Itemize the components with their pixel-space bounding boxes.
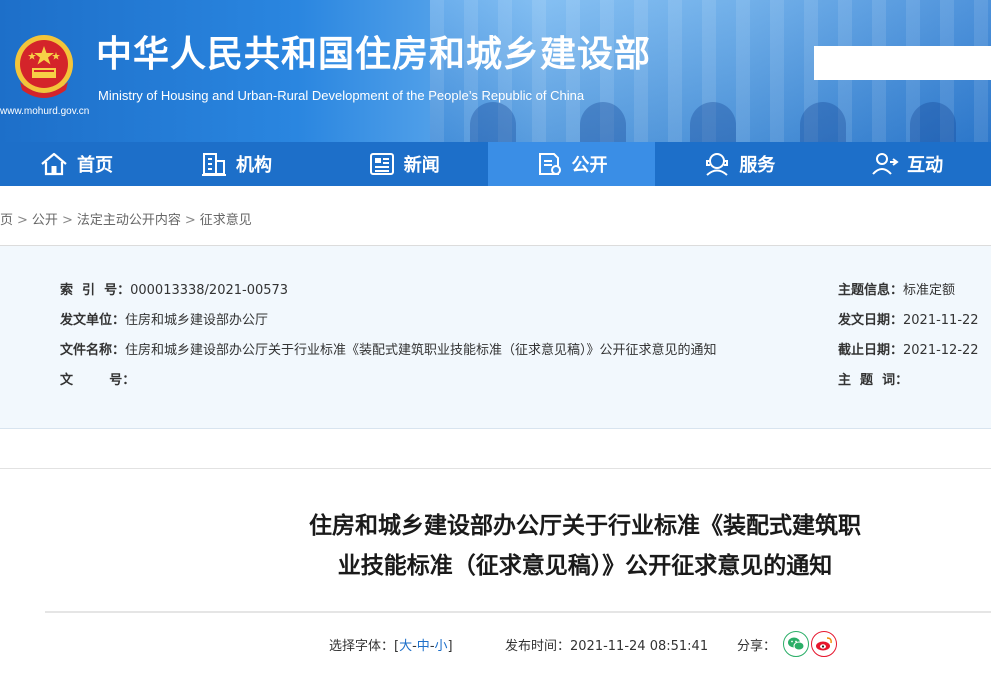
- title-divider: [45, 611, 991, 613]
- building-arch: [580, 102, 626, 142]
- font-size-close: ]: [447, 639, 453, 654]
- nav-label: 服务: [739, 155, 776, 176]
- weibo-icon: [816, 637, 832, 651]
- site-subtitle: Ministry of Housing and Urban-Rural Deve…: [98, 88, 585, 103]
- site-title[interactable]: 中华人民共和国住房和城乡建设部: [96, 36, 651, 72]
- breadcrumb-statutory[interactable]: 法定主动公开内容: [77, 213, 181, 228]
- building-arch: [690, 102, 736, 142]
- building-arch: [910, 102, 956, 142]
- info-label: 文件名称：: [60, 343, 126, 358]
- nav-label: 机构: [235, 155, 272, 176]
- nav-item-service[interactable]: 服务: [655, 142, 823, 186]
- info-value: 住房和城乡建设部办公厅: [125, 313, 269, 328]
- info-label: 文 号：: [60, 373, 136, 388]
- article-title-line: 业技能标准（征求意见稿）》公开征求意见的通知: [337, 553, 833, 579]
- breadcrumb-consultation[interactable]: 征求意见: [200, 213, 252, 228]
- document-info-panel: 索 引 号：000013338/2021-00573 发文单位：住房和城乡建设部…: [0, 246, 991, 429]
- nav-item-home[interactable]: 首页: [0, 142, 152, 186]
- site-url: www.mohurd.gov.cn: [0, 106, 90, 117]
- info-label: 主题信息：: [838, 283, 904, 298]
- search-input[interactable]: [814, 46, 991, 80]
- building-arch: [470, 102, 516, 142]
- building-icon: [201, 153, 226, 176]
- font-size-small-button[interactable]: 小: [435, 639, 448, 654]
- wechat-share-icon[interactable]: [783, 631, 809, 657]
- publish-time: 发布时间：2021-11-24 08:51:41: [505, 635, 708, 654]
- font-size-selector: 选择字体：[大-中-小]: [329, 635, 453, 654]
- info-date: 发文日期：2021-11-22: [838, 309, 979, 328]
- article-title: 住房和城乡建设部办公厅关于行业标准《装配式建筑职 业技能标准（征求意见稿）》公开…: [220, 506, 950, 586]
- info-issuer: 发文单位：住房和城乡建设部办公厅: [60, 309, 268, 328]
- wechat-icon: [788, 637, 805, 651]
- info-value: 标准定额: [903, 283, 956, 298]
- breadcrumb: 页 > 公开 > 法定主动公开内容 > 征求意见: [0, 209, 252, 228]
- interact-icon: [872, 153, 899, 175]
- share-label: 分享：: [737, 639, 777, 654]
- divider: [0, 468, 991, 469]
- nav-label: 首页: [77, 155, 114, 176]
- nav-item-institutions[interactable]: 机构: [152, 142, 320, 186]
- font-size-medium-button[interactable]: 中: [417, 639, 430, 654]
- info-keywords: 主 题 词：: [838, 369, 908, 388]
- document-icon: [538, 153, 561, 175]
- info-label: 发文日期：: [838, 313, 904, 328]
- info-label: 主 题 词：: [838, 373, 909, 388]
- font-size-large-button[interactable]: 大: [399, 639, 412, 654]
- breadcrumb-public[interactable]: 公开: [32, 213, 58, 228]
- building-arch: [800, 102, 846, 142]
- nav-label: 公开: [571, 155, 608, 176]
- info-value: 2021-12-22: [903, 343, 979, 358]
- breadcrumb-separator: >: [184, 213, 196, 228]
- breadcrumb-separator: >: [61, 213, 73, 228]
- weibo-share-icon[interactable]: [811, 631, 837, 657]
- info-filename: 文件名称：住房和城乡建设部办公厅关于行业标准《装配式建筑职业技能标准（征求意见稿…: [60, 339, 717, 358]
- publish-time-value: 2021-11-24 08:51:41: [570, 639, 709, 654]
- info-docno: 文 号：: [60, 369, 135, 388]
- home-icon: [41, 152, 67, 176]
- info-index: 索 引 号：000013338/2021-00573: [60, 279, 288, 298]
- national-emblem-icon[interactable]: [10, 32, 78, 104]
- font-size-label: 选择字体：[: [329, 639, 400, 654]
- info-topic: 主题信息：标准定额: [838, 279, 955, 298]
- breadcrumb-home[interactable]: 页: [0, 213, 13, 228]
- article-title-line: 住房和城乡建设部办公厅关于行业标准《装配式建筑职: [309, 513, 861, 539]
- nav-label: 互动: [907, 155, 944, 176]
- info-label: 索 引 号：: [60, 283, 131, 298]
- nav-item-public[interactable]: 公开: [487, 142, 656, 186]
- news-icon: [369, 153, 394, 175]
- publish-time-label: 发布时间：: [505, 639, 571, 654]
- info-deadline: 截止日期：2021-12-22: [838, 339, 979, 358]
- nav-label: 新闻: [403, 155, 440, 176]
- info-value: 住房和城乡建设部办公厅关于行业标准《装配式建筑职业技能标准（征求意见稿）》公开征…: [125, 343, 717, 358]
- service-icon: [706, 153, 729, 176]
- info-label: 发文单位：: [60, 313, 126, 328]
- main-nav: 首页 机构 新闻 公开 服务 互动: [0, 142, 991, 186]
- header-banner: 中华人民共和国住房和城乡建设部 Ministry of Housing and …: [0, 0, 991, 142]
- nav-item-interact[interactable]: 互动: [823, 142, 991, 186]
- breadcrumb-separator: >: [17, 213, 28, 228]
- info-value: 2021-11-22: [903, 313, 979, 328]
- info-value: 000013338/2021-00573: [130, 283, 289, 298]
- nav-item-news[interactable]: 新闻: [320, 142, 488, 186]
- info-label: 截止日期：: [838, 343, 904, 358]
